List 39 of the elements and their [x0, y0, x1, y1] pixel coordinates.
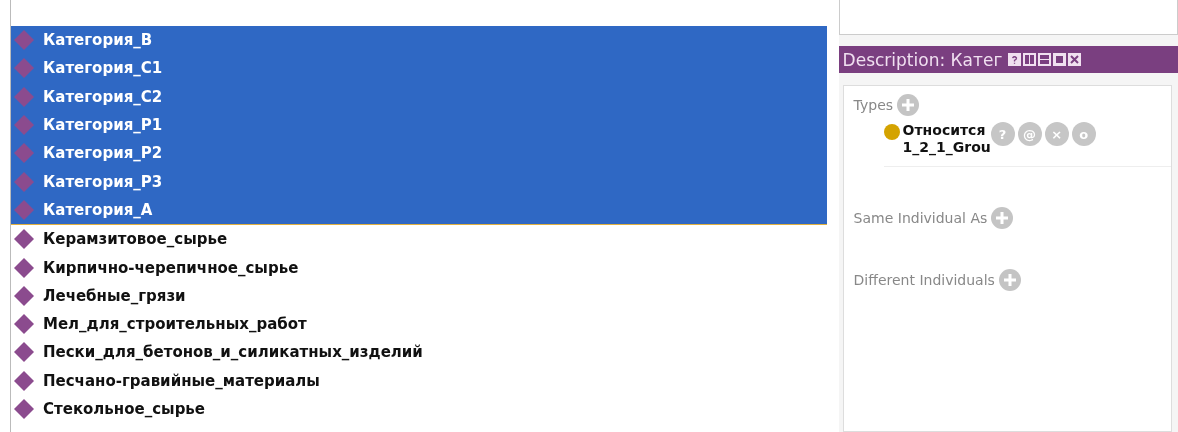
individual-icon: [13, 228, 35, 251]
individual-item[interactable]: Стекольное_сырье: [11, 394, 827, 424]
individual-item[interactable]: Пески_для_бетонов_и_силикатных_изделий: [11, 338, 827, 367]
individual-icon: [13, 29, 35, 52]
class-icon: [883, 124, 900, 140]
individual-item[interactable]: Категория_P1: [11, 110, 827, 140]
individual-item[interactable]: Лечебные_грязи: [11, 281, 827, 310]
individual-icon: [13, 170, 35, 193]
individual-icon: [13, 341, 35, 364]
individual-item[interactable]: Категория_C2: [11, 82, 827, 111]
split-vertical-icon[interactable]: [1023, 53, 1037, 66]
section-label: Same Individual As: [853, 210, 988, 226]
individual-item[interactable]: Категория_P3: [11, 167, 827, 196]
split-horizontal-icon[interactable]: [1038, 53, 1052, 66]
individual-icon: [13, 369, 35, 392]
close-icon[interactable]: [1068, 53, 1082, 66]
individual-icon: [13, 284, 35, 307]
type-label: Относится 1_2_1_Grou: [902, 122, 991, 156]
section-label: Different Individuals: [853, 272, 995, 288]
individual-icon: [13, 256, 35, 279]
individual-item[interactable]: Песчано-гравийные_материалы: [11, 366, 827, 395]
individual-item[interactable]: Категория_P2: [11, 139, 827, 168]
maximize-icon[interactable]: [1053, 53, 1067, 66]
individual-icon: [13, 114, 35, 137]
individual-item[interactable]: Категория_C1: [11, 54, 827, 83]
individual-item[interactable]: Категория_A: [11, 195, 827, 226]
individual-item[interactable]: Мел_для_строительных_работ: [11, 309, 827, 339]
individual-icon: [13, 198, 35, 221]
help-icon[interactable]: [1008, 53, 1022, 66]
individual-item[interactable]: Кирпично-черепичное_сырье: [11, 253, 827, 282]
section-label: Types: [853, 97, 894, 113]
individual-icon: [13, 313, 35, 336]
individual-icon: [13, 85, 35, 108]
individual-icon: [13, 57, 35, 80]
individual-item[interactable]: Керамзитовое_сырье: [11, 225, 827, 254]
individual-item[interactable]: Категория_B: [11, 26, 827, 55]
view-title: Description: Катег: [842, 49, 1003, 70]
individual-icon: [13, 142, 35, 165]
individual-icon: [13, 398, 35, 420]
